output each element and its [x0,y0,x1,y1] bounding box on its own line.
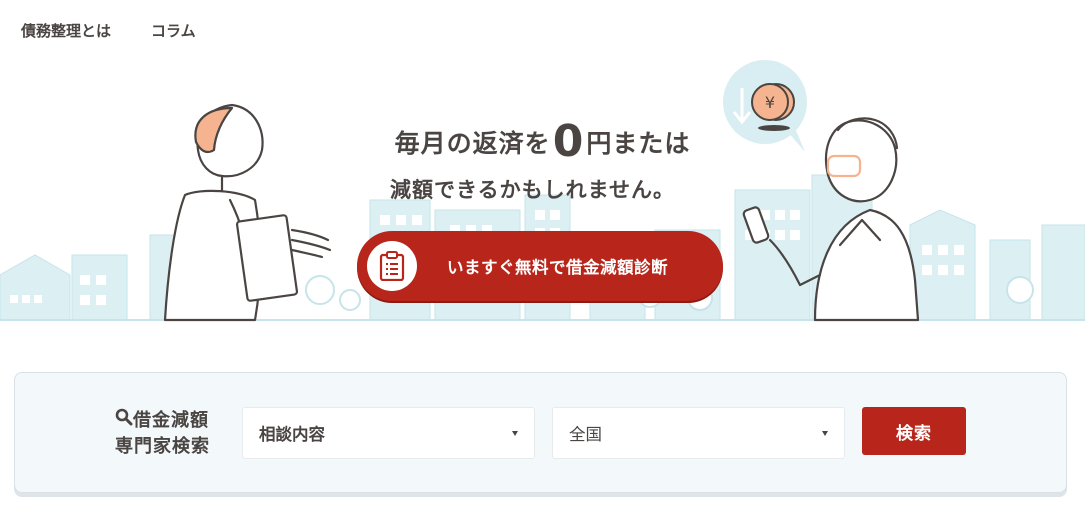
search-button[interactable]: 検索 [862,407,966,455]
consultation-type-select[interactable]: 相談内容 [242,407,535,459]
nav-link-debt-consolidation[interactable]: 債務整理とは [21,20,111,41]
hero-section: ¥ 毎月の返済を0円または 減額できるかもしれません。 いますぐ無料で借金減額診… [0,50,1085,325]
search-panel-title: 借金減額 専門家検索 [115,408,210,460]
region-value: 全国 [569,425,602,444]
yen-coin-icon: ¥ [765,93,775,112]
caret-down-icon [512,431,518,436]
headline-text-pre: 毎月の返済を [394,129,551,158]
headline-zero: 0 [552,116,585,167]
hero-subheadline: 減額できるかもしれません。 [390,178,675,202]
headline-text-post: 円または [586,129,691,158]
search-title-line1: 借金減額 [133,410,209,431]
top-nav: 債務整理とは コラム [21,20,196,41]
diagnosis-cta-button[interactable]: いますぐ無料で借金減額診断 [357,231,723,301]
search-title-line2: 専門家検索 [115,436,210,457]
nav-link-column[interactable]: コラム [151,20,196,41]
search-icon [115,408,133,434]
clipboard-icon [367,241,417,291]
hero-headline: 毎月の返済を0円または [0,116,1085,167]
region-select[interactable]: 全国 [552,407,845,459]
cta-label: いますぐ無料で借金減額診断 [447,258,668,277]
caret-down-icon [822,431,828,436]
expert-search-panel: 借金減額 専門家検索 相談内容 全国 検索 [14,372,1067,493]
consultation-type-value: 相談内容 [259,425,325,444]
